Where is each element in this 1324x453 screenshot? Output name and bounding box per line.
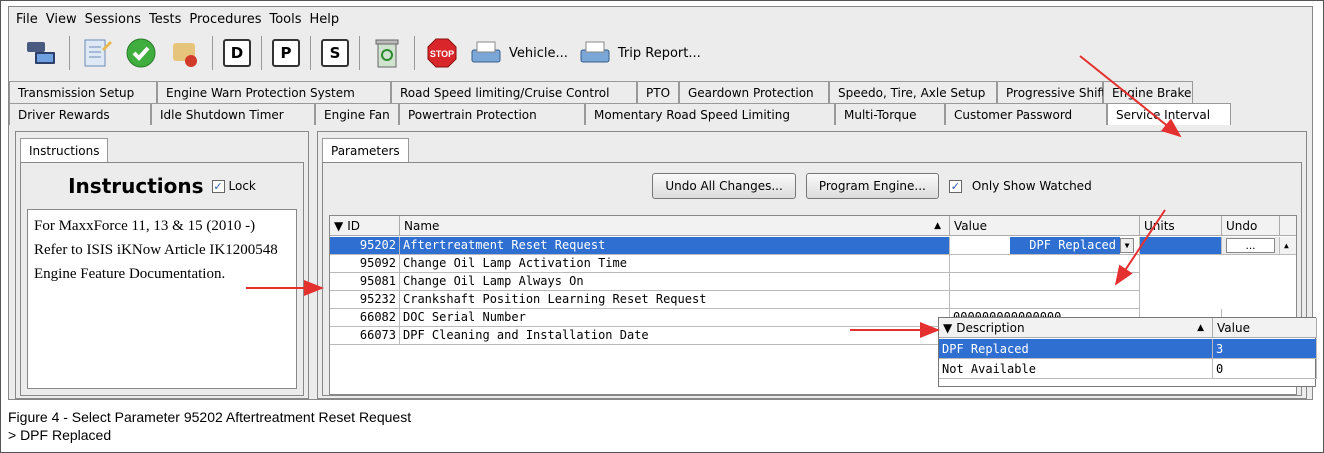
arrow-to-service-interval — [1079, 55, 1182, 138]
arrow-to-dropdown — [1114, 209, 1166, 286]
figure-caption: Figure 4 - Select Parameter 95202 Aftert… — [8, 408, 411, 444]
annotation-arrows — [246, 55, 1182, 338]
caption-line-1: Figure 4 - Select Parameter 95202 Aftert… — [8, 409, 412, 425]
caption-line-2: > DPF Replaced — [8, 427, 112, 443]
